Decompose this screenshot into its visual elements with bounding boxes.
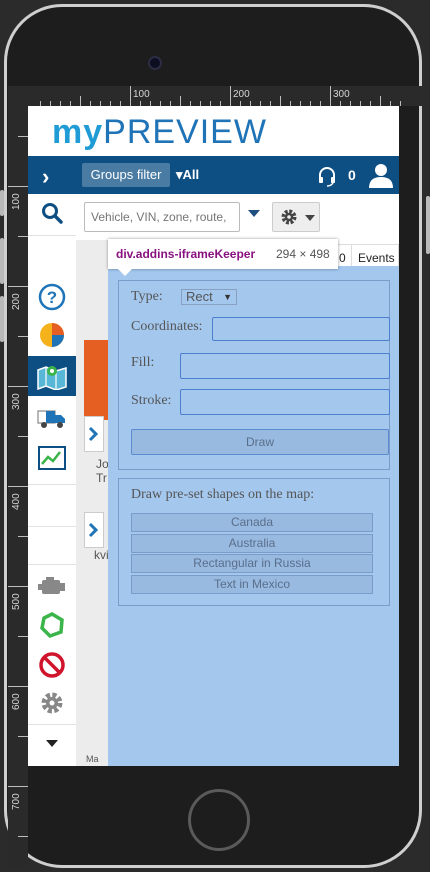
search-input[interactable] (84, 202, 240, 232)
prohibited-icon (39, 652, 65, 678)
ruler-vertical: 100 200 300 400 500 600 700 (8, 86, 28, 866)
volume-up-button (0, 238, 4, 284)
chevron-right-icon (88, 522, 99, 538)
inspector-tooltip: div.addins-iframeKeeper 294 × 498 (108, 239, 338, 276)
ruler-mark-100: 100 (133, 89, 150, 100)
tab-partial[interactable]: 0 (339, 251, 346, 265)
preset-mexico-button[interactable]: Text in Mexico (131, 575, 373, 594)
all-filter-label: All (182, 167, 200, 182)
search-icon (42, 203, 63, 224)
caret-down-icon (46, 739, 58, 747)
sidebar-item-search[interactable] (28, 194, 76, 232)
tooltip-arrow (118, 269, 132, 276)
svg-text:?: ? (47, 288, 57, 307)
draw-button[interactable]: Draw (131, 429, 389, 455)
home-button[interactable] (188, 789, 250, 851)
logo-prefix: my (52, 113, 104, 151)
ruler-mark-v700: 700 (11, 793, 22, 810)
chevron-right-icon (88, 426, 99, 442)
coordinates-label: Coordinates: (131, 319, 203, 334)
preset-australia-button[interactable]: Australia (131, 534, 373, 553)
all-filter-dropdown[interactable]: ▾All (176, 167, 199, 183)
front-camera (148, 56, 162, 70)
fill-label: Fill: (131, 355, 155, 370)
map-area[interactable]: Jo Tr kvil Ma (76, 240, 111, 766)
user-icon[interactable] (368, 162, 394, 188)
ruler-mark-v200: 200 (11, 293, 22, 310)
map-label: Tr (96, 471, 107, 485)
preset-shapes-panel: Draw pre-set shapes on the map: Canada A… (118, 478, 390, 606)
engine-icon (38, 577, 65, 594)
sidebar-item-settings[interactable] (28, 684, 76, 722)
ruler-mark-200: 200 (233, 89, 250, 100)
sidebar-expand-more[interactable] (28, 728, 76, 758)
preset-russia-button[interactable]: Rectangular in Russia (131, 554, 373, 573)
sidebar-item-help[interactable]: ? (28, 278, 76, 316)
top-header: › Groups filter ▾All 0 (28, 156, 399, 194)
logo: myPREVIEW (52, 112, 267, 152)
notification-count: 0 (348, 167, 356, 183)
ruler-mark-v300: 300 (11, 393, 22, 410)
preset-title: Draw pre-set shapes on the map: (131, 487, 315, 502)
groups-filter-button[interactable]: Groups filter (82, 163, 170, 187)
caret-down-icon: ▼ (223, 292, 232, 302)
zone-polygon-icon (40, 612, 64, 639)
ruler-mark-v500: 500 (11, 593, 22, 610)
ruler-horizontal: 100 200 300 (8, 86, 422, 106)
chevron-right-icon[interactable]: › (42, 164, 49, 190)
caret-down-icon (305, 215, 315, 221)
volume-down-button (0, 296, 4, 342)
activity-chart-icon (38, 446, 66, 470)
tooltip-element-name: div.addins-iframeKeeper (116, 247, 256, 261)
sidebar-item-reports[interactable] (28, 316, 76, 354)
map-icon (37, 366, 67, 390)
tooltip-element-size: 294 × 498 (276, 247, 330, 261)
type-select-value: Rect (186, 289, 213, 304)
sidebar-item-map[interactable] (28, 356, 76, 396)
sidebar: ? (28, 194, 77, 766)
stroke-label: Stroke: (131, 393, 172, 408)
search-dropdown-caret-icon[interactable] (248, 210, 260, 217)
fill-input[interactable] (180, 353, 390, 379)
sidebar-item-zones[interactable] (28, 606, 76, 644)
sidebar-item-vehicles[interactable] (28, 400, 76, 438)
expand-panel-button[interactable] (84, 416, 104, 452)
stroke-input[interactable] (180, 389, 390, 415)
app-screen: myPREVIEW › Groups filter ▾All 0 ? Vehic… (28, 106, 399, 766)
power-button (426, 196, 430, 254)
map-road (84, 340, 108, 420)
sidebar-item-rules[interactable] (28, 646, 76, 684)
map-attribution: Ma (86, 754, 99, 764)
map-options-button[interactable] (272, 202, 320, 232)
addins-iframe: Type: Rect ▼ Coordinates: Fill: Stroke: D… (108, 266, 399, 766)
tab-events[interactable]: Events (358, 251, 395, 265)
toolbar (76, 194, 399, 240)
logo-name: PREVIEW (103, 113, 267, 151)
pie-chart-icon (40, 323, 64, 347)
help-icon: ? (38, 283, 66, 311)
type-label: Type: (131, 289, 163, 304)
ruler-mark-v400: 400 (11, 493, 22, 510)
expand-panel-button-2[interactable] (84, 512, 104, 548)
type-select[interactable]: Rect ▼ (181, 289, 237, 305)
gear-icon (41, 692, 63, 714)
preset-canada-button[interactable]: Canada (131, 513, 373, 532)
headset-icon[interactable] (316, 165, 338, 187)
gear-icon (281, 209, 297, 225)
sidebar-item-engine[interactable] (28, 568, 76, 606)
truck-icon (37, 410, 65, 428)
ruler-mark-v600: 600 (11, 693, 22, 710)
ruler-mark-300: 300 (333, 89, 350, 100)
ruler-mark-v100: 100 (11, 193, 22, 210)
mute-switch (0, 190, 4, 216)
map-label: Jo (96, 457, 109, 471)
custom-shape-panel: Type: Rect ▼ Coordinates: Fill: Stroke: D… (118, 280, 390, 470)
sidebar-item-activity[interactable] (28, 440, 76, 478)
coordinates-input[interactable] (212, 317, 390, 341)
